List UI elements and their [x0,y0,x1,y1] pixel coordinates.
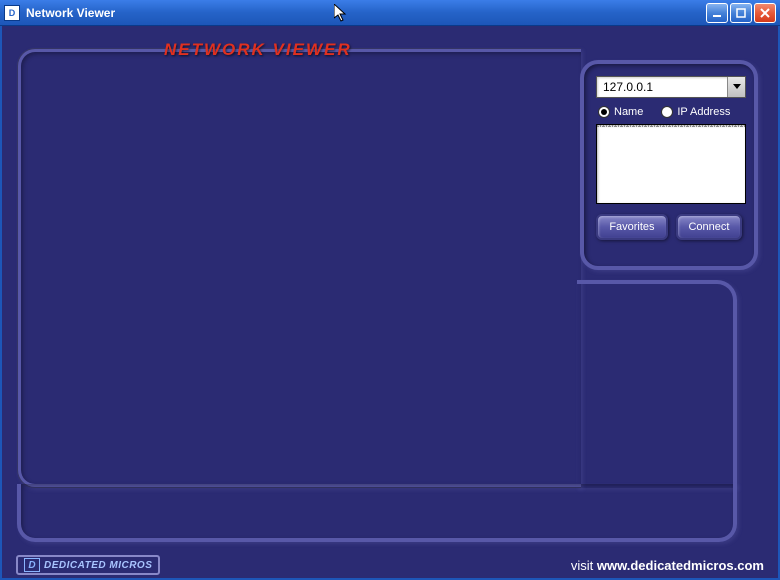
footer-visit-label: visit [571,558,597,573]
footer: D DEDICATED MICROS visit www.dedicatedmi… [2,552,778,578]
radio-name[interactable]: Name [598,106,643,118]
bottom-bar-frame [17,484,737,542]
close-button[interactable] [754,3,776,23]
radio-name-label: Name [614,106,643,118]
server-list-header [597,125,745,127]
right-curve-frame [577,280,737,488]
dropdown-arrow-icon[interactable] [727,77,745,97]
radio-ip-circle [661,106,673,118]
app-body: NETWORK VIEWER 127.0.0.1 Name IP Address [0,26,780,580]
app-icon: D [4,5,20,21]
maximize-button[interactable] [730,3,752,23]
ip-address-dropdown[interactable]: 127.0.0.1 [596,76,746,98]
server-list[interactable] [596,124,746,204]
minimize-button[interactable] [706,3,728,23]
viewer-frame [17,48,581,488]
ip-address-value: 127.0.0.1 [597,80,727,94]
radio-ip-label: IP Address [677,106,730,118]
favorites-button[interactable]: Favorites [596,214,668,240]
connect-button[interactable]: Connect [676,214,742,240]
connect-button-label: Connect [688,221,729,233]
window-title: Network Viewer [26,6,115,20]
connection-panel: 127.0.0.1 Name IP Address Favorites Conn… [580,60,758,270]
footer-logo: D DEDICATED MICROS [16,555,160,575]
radio-ip-address[interactable]: IP Address [661,106,730,118]
viewer-title: NETWORK VIEWER [164,40,352,60]
footer-logo-text: DEDICATED MICROS [44,560,152,571]
app-icon-letter: D [9,8,16,18]
window-titlebar: D Network Viewer [0,0,780,26]
radio-name-circle [598,106,610,118]
favorites-button-label: Favorites [609,221,654,233]
footer-logo-icon: D [24,558,40,572]
sort-radio-group: Name IP Address [596,106,742,118]
footer-url: www.dedicatedmicros.com [597,558,764,573]
footer-link[interactable]: visit www.dedicatedmicros.com [571,558,764,573]
